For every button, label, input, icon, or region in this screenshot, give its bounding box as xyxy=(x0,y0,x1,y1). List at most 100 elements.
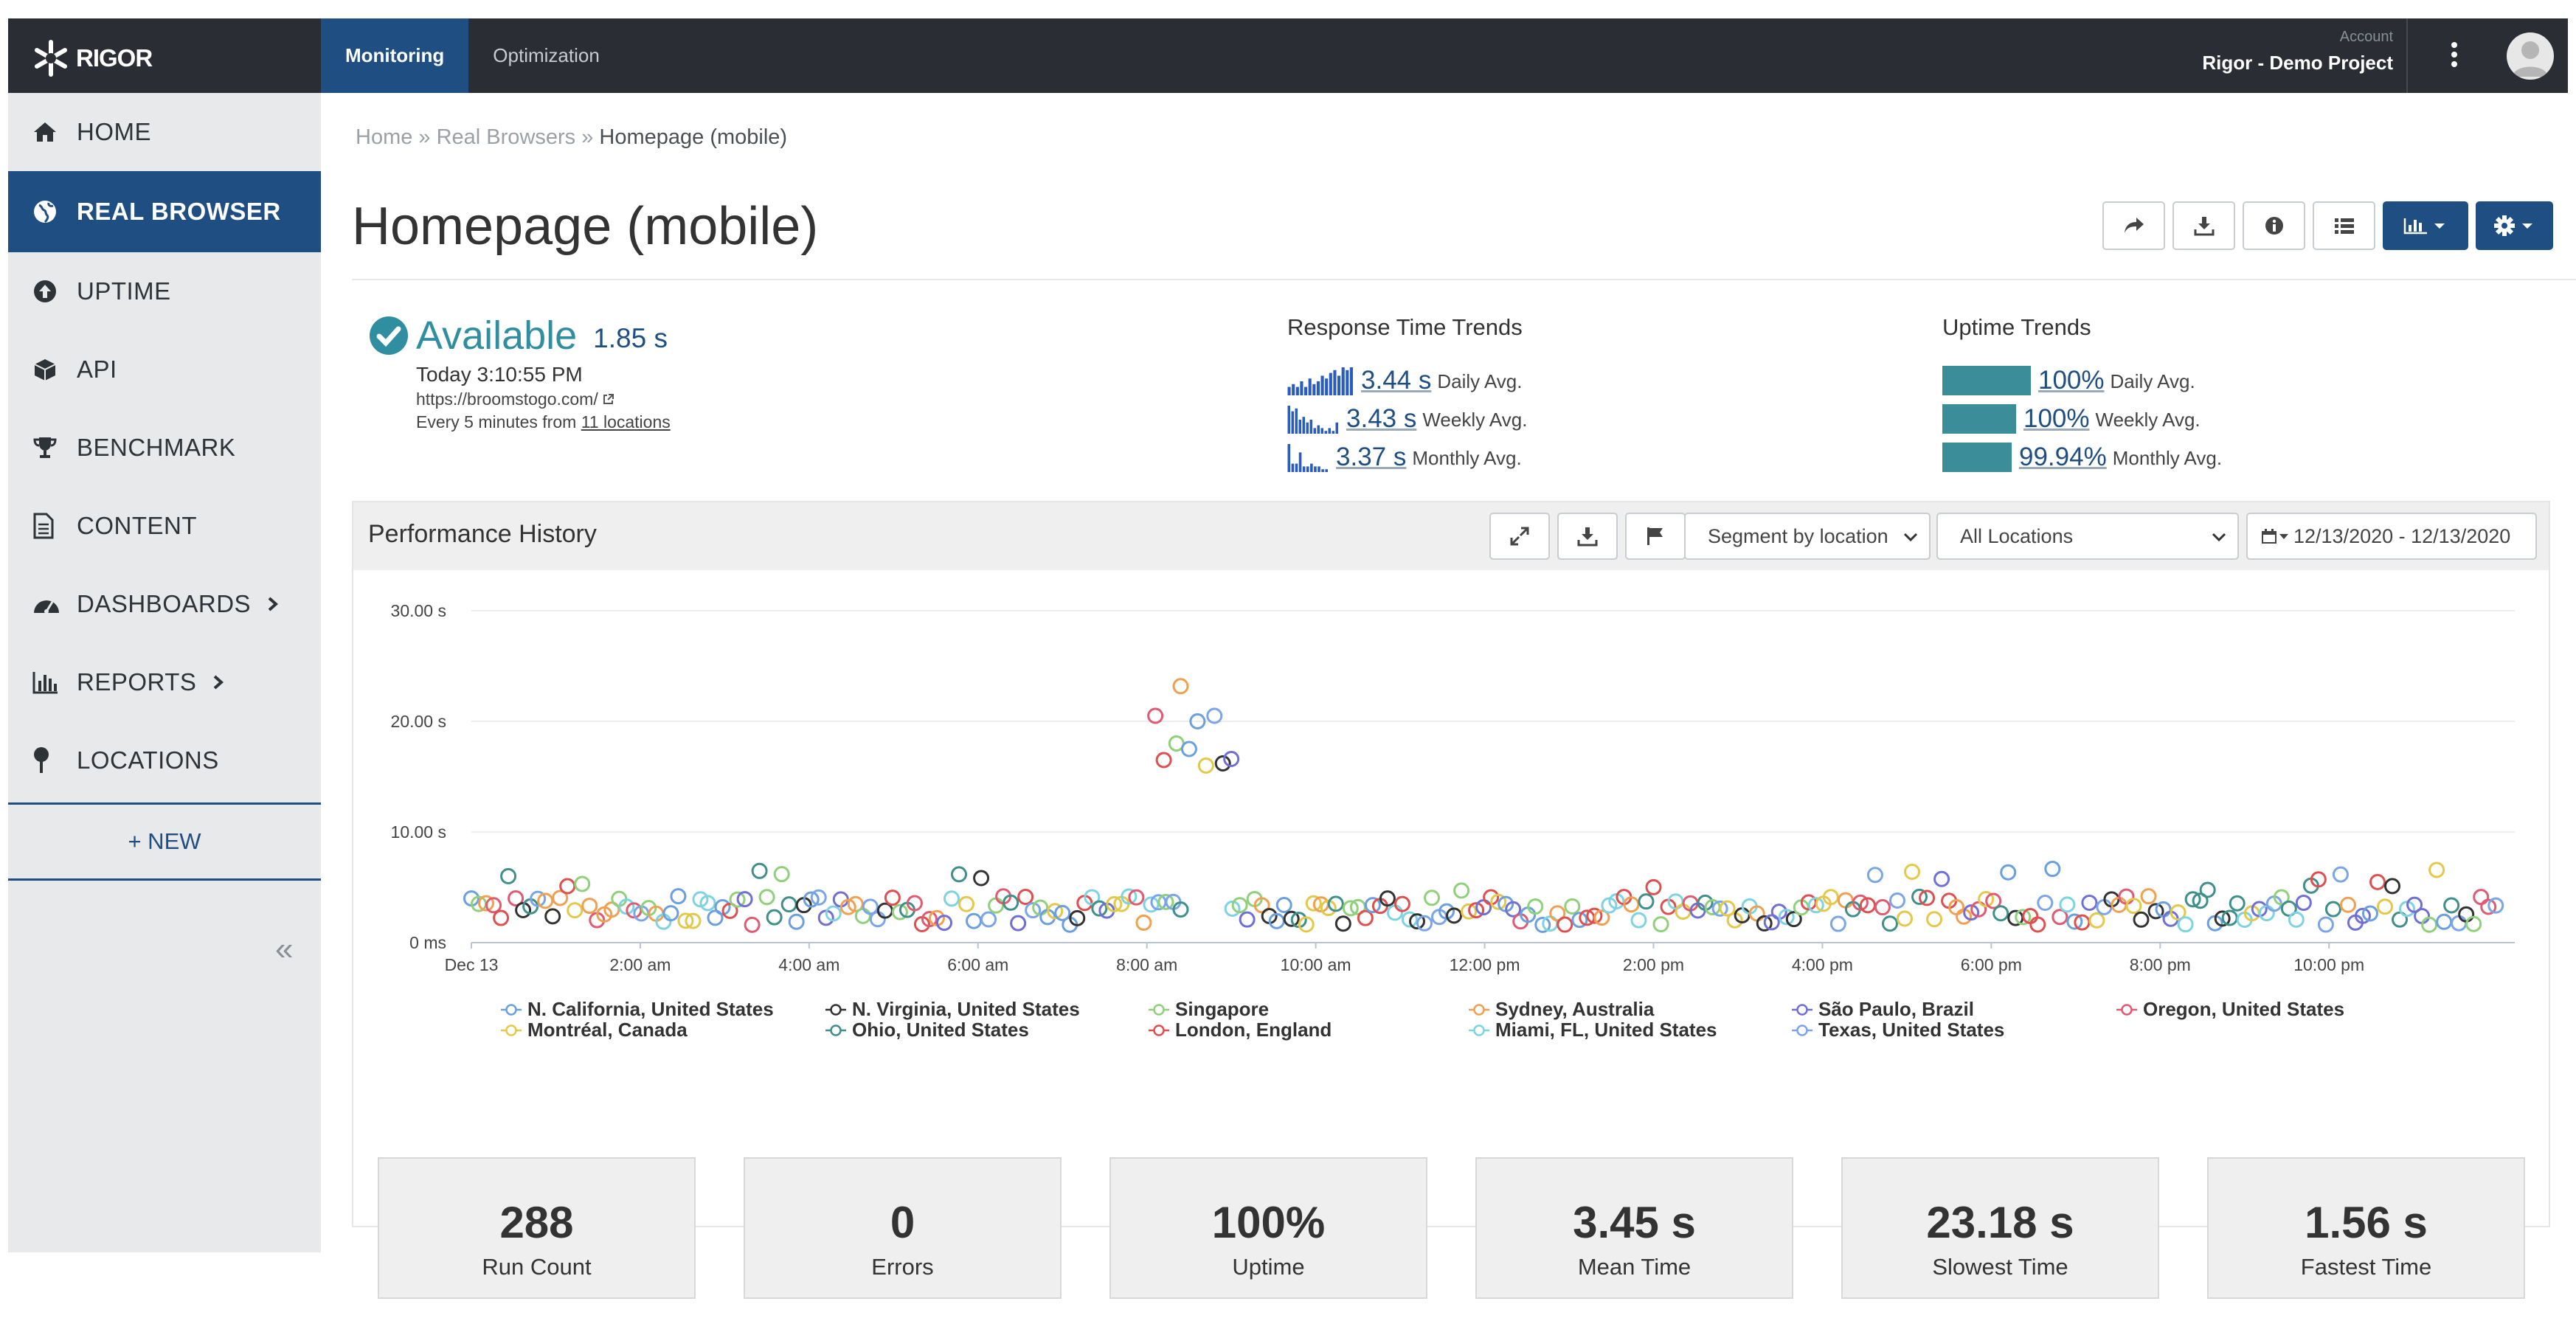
sidebar-item-reports[interactable]: REPORTS xyxy=(8,643,321,721)
share-button[interactable] xyxy=(2102,201,2165,250)
download-button[interactable] xyxy=(2172,201,2235,250)
legend-marker-icon xyxy=(1792,1024,1812,1036)
kpi-label: Fastest Time xyxy=(2300,1254,2432,1280)
sidebar-item-content[interactable]: CONTENT xyxy=(8,487,321,565)
list-view-button[interactable] xyxy=(2313,201,2375,250)
date-range-value: 12/13/2020 - 12/13/2020 xyxy=(2293,524,2511,547)
export-chart-button[interactable] xyxy=(1557,513,1618,560)
date-range-picker[interactable]: 12/13/2020 - 12/13/2020 xyxy=(2246,513,2537,560)
sidebar-item-api[interactable]: API xyxy=(8,330,321,409)
new-button[interactable]: + NEW xyxy=(8,805,321,878)
response-monthly-value[interactable]: 3.37 s xyxy=(1336,443,1406,472)
chart-menu-button[interactable] xyxy=(2383,201,2468,250)
legend-item[interactable]: São Paulo, Brazil xyxy=(1792,998,1974,1021)
list-icon xyxy=(2334,218,2354,234)
data-point xyxy=(1992,905,2009,922)
legend-marker-icon xyxy=(2116,1003,2137,1016)
spark-bar xyxy=(1298,420,1301,434)
data-point xyxy=(773,866,790,883)
breadcrumb-section-link[interactable]: Real Browsers xyxy=(437,125,576,149)
data-point xyxy=(2029,916,2046,933)
data-point xyxy=(1010,915,1027,932)
last-run-time: Today 3:10:55 PM xyxy=(416,363,583,386)
sidebar-item-label: HOME xyxy=(77,118,151,145)
legend-item[interactable]: Montréal, Canada xyxy=(501,1019,688,1041)
y-tick-label: 10.00 s xyxy=(391,822,446,842)
legend-item[interactable]: Ohio, United States xyxy=(825,1019,1029,1041)
data-point xyxy=(2125,898,2142,915)
data-point xyxy=(1386,904,1403,921)
uptime-daily-value[interactable]: 100% xyxy=(2038,366,2105,395)
sidebar-item-home[interactable]: HOME xyxy=(8,93,321,171)
data-point xyxy=(854,907,871,924)
locations-select[interactable]: All Locations xyxy=(1936,513,2239,560)
legend-item[interactable]: London, England xyxy=(1149,1019,1332,1041)
data-point xyxy=(500,867,517,884)
legend-item[interactable]: N. Virginia, United States xyxy=(825,998,1080,1021)
legend-item[interactable]: Singapore xyxy=(1149,998,1269,1021)
spark-bar xyxy=(1312,384,1316,395)
legend-item[interactable]: Oregon, United States xyxy=(2116,998,2344,1021)
more-menu-icon[interactable] xyxy=(2451,42,2459,72)
tab-monitoring[interactable]: Monitoring xyxy=(321,18,469,93)
data-point xyxy=(988,897,1005,914)
x-tick-label: 2:00 am xyxy=(609,955,671,974)
sidebar-item-label: REAL BROWSER xyxy=(77,198,281,225)
legend-item[interactable]: N. California, United States xyxy=(501,998,774,1021)
spark-bar xyxy=(1306,422,1309,434)
spark-bar xyxy=(1300,381,1303,395)
legend-marker-icon xyxy=(501,1003,522,1016)
info-button[interactable] xyxy=(2243,201,2305,250)
uptime-monthly-value[interactable]: 99.94% xyxy=(2019,443,2107,472)
response-weekly-value[interactable]: 3.43 s xyxy=(1346,404,1416,434)
uptime-monthly-bar xyxy=(1942,443,2012,472)
breadcrumb-home-link[interactable]: Home xyxy=(356,125,412,149)
page-title: Homepage (mobile) xyxy=(352,197,819,256)
breadcrumb: Home » Real Browsers » Homepage (mobile) xyxy=(356,125,787,150)
collapse-sidebar-icon[interactable]: « xyxy=(275,931,293,968)
legend-marker-icon xyxy=(825,1003,846,1016)
spark-bar xyxy=(1291,411,1294,434)
kpi-fastest-time: 1.56 s Fastest Time xyxy=(2207,1157,2525,1299)
spark-bar xyxy=(1333,370,1337,395)
data-point xyxy=(2339,896,2356,913)
external-link-icon[interactable] xyxy=(603,393,614,405)
bar-chart-dropdown-icon xyxy=(2403,218,2445,235)
expand-chart-button[interactable] xyxy=(1489,513,1550,560)
kpi-slowest-time: 23.18 s Slowest Time xyxy=(1841,1157,2159,1299)
data-point xyxy=(780,896,797,913)
sidebar-item-dashboards[interactable]: DASHBOARDS xyxy=(8,565,321,643)
data-point xyxy=(567,902,584,919)
kpi-label: Mean Time xyxy=(1577,1254,1692,1280)
legend-item[interactable]: Texas, United States xyxy=(1792,1019,2004,1041)
segment-select[interactable]: Segment by location xyxy=(1684,513,1931,560)
sidebar-item-locations[interactable]: LOCATIONS xyxy=(8,721,321,800)
rigor-logo[interactable]: RIGOR xyxy=(30,38,153,79)
sidebar-item-uptime[interactable]: UPTIME xyxy=(8,252,321,330)
legend-item[interactable]: Sydney, Australia xyxy=(1469,998,1654,1021)
tab-optimization[interactable]: Optimization xyxy=(468,18,624,93)
annotations-button[interactable] xyxy=(1625,513,1686,560)
data-point xyxy=(1197,757,1214,774)
sidebar-item-real-browser[interactable]: REAL BROWSER xyxy=(8,171,321,252)
data-point xyxy=(973,870,990,887)
uptime-weekly-value[interactable]: 100% xyxy=(2023,404,2090,434)
account-switcher[interactable]: Account Rigor - Demo Project xyxy=(2202,29,2393,74)
response-daily-value[interactable]: 3.44 s xyxy=(1361,366,1431,395)
data-point xyxy=(2458,906,2475,923)
avatar[interactable] xyxy=(2507,32,2554,80)
legend-marker-icon xyxy=(1149,1024,1169,1036)
frequency-text: Every 5 minutes from xyxy=(416,412,581,431)
segment-select-value: Segment by location xyxy=(1708,524,1888,547)
data-point xyxy=(2436,913,2453,930)
spark-bar xyxy=(1292,384,1295,395)
settings-menu-button[interactable] xyxy=(2476,201,2553,250)
locations-link[interactable]: 11 locations xyxy=(581,412,671,431)
monitored-url-link[interactable]: https://broomstogo.com/ xyxy=(416,389,598,409)
kpi-label: Slowest Time xyxy=(1932,1254,2068,1280)
response-weekly-label: Weekly Avg. xyxy=(1422,409,1528,431)
legend-item[interactable]: Miami, FL, United States xyxy=(1469,1019,1717,1041)
legend-marker-icon xyxy=(1469,1024,1489,1036)
sidebar-item-benchmark[interactable]: BENCHMARK xyxy=(8,409,321,487)
spark-bar xyxy=(1341,367,1345,395)
